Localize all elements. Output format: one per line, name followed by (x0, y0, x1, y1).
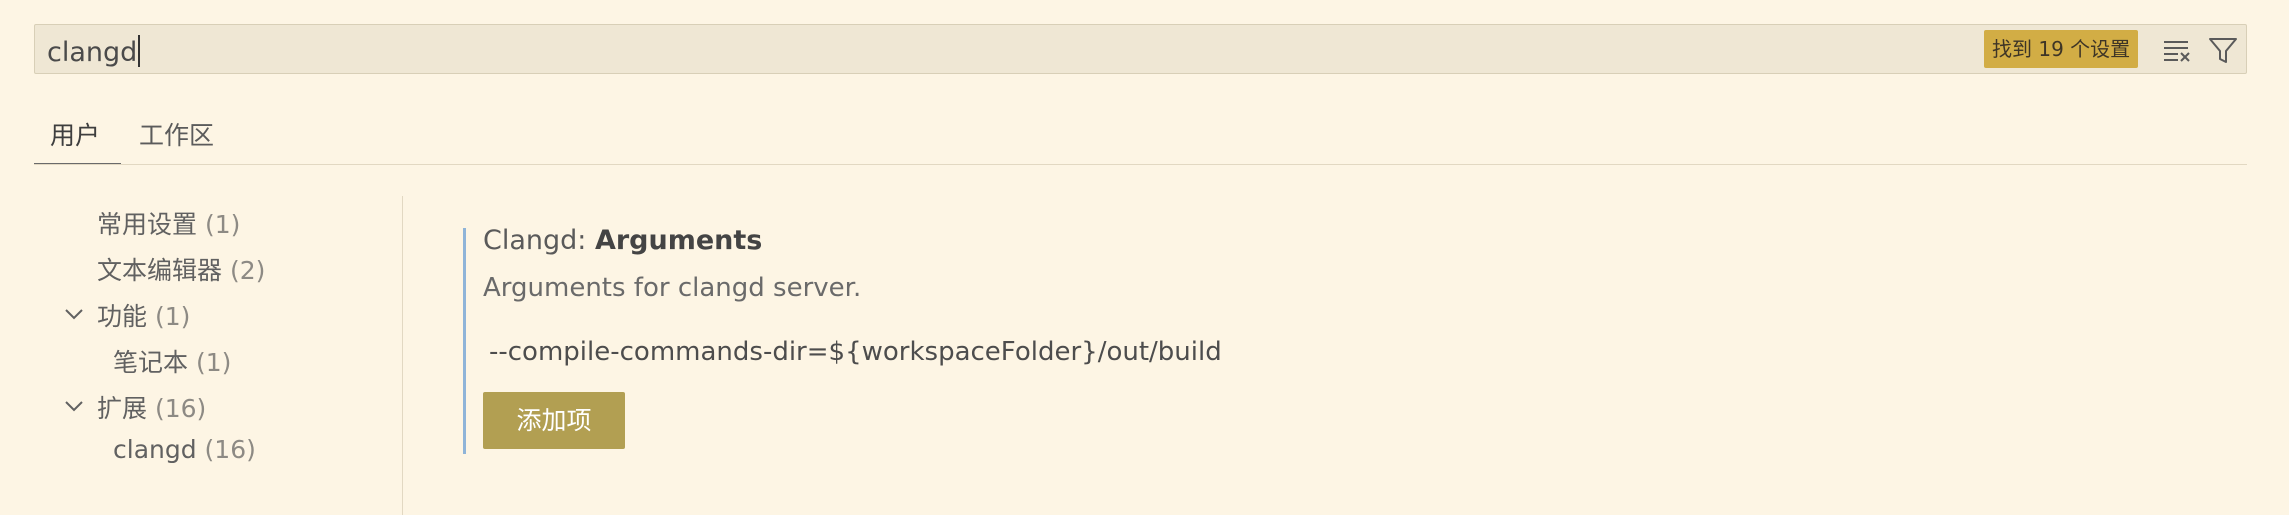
add-item-button[interactable]: 添加项 (483, 392, 625, 449)
results-count-badge: 找到 19 个设置 (1984, 30, 2139, 68)
toc-divider (402, 196, 403, 515)
text-caret (138, 35, 141, 67)
clear-filter-icon[interactable] (2161, 34, 2193, 66)
chevron-down-icon[interactable] (62, 394, 86, 418)
toc-item-clangd[interactable]: clangd (16) (113, 435, 256, 464)
tab-workspace[interactable]: 工作区 (139, 116, 214, 152)
toc-item-commonly-used[interactable]: 常用设置 (1) (97, 205, 240, 241)
toc-item-notebook[interactable]: 笔记本 (1) (113, 343, 231, 379)
setting-list-item[interactable]: --compile-commands-dir=${workspaceFolder… (489, 337, 1222, 367)
setting-title: Clangd: Arguments (483, 225, 762, 256)
tabs-divider (34, 164, 2247, 165)
toc-item-extensions[interactable]: 扩展 (16) (97, 389, 206, 425)
setting-name: Arguments (594, 225, 763, 256)
tab-user[interactable]: 用户 (50, 116, 100, 152)
setting-category: Clangd: (483, 225, 595, 256)
settings-search-input[interactable]: clangd 找到 19 个设置 (34, 24, 2247, 74)
funnel-icon[interactable] (2207, 34, 2239, 66)
setting-description: Arguments for clangd server. (483, 273, 862, 303)
toc-item-text-editor[interactable]: 文本编辑器 (2) (97, 251, 265, 287)
search-value[interactable]: clangd (47, 35, 141, 68)
toc-item-features[interactable]: 功能 (1) (97, 297, 190, 333)
setting-focus-indicator (463, 228, 466, 454)
chevron-down-icon[interactable] (62, 302, 86, 326)
